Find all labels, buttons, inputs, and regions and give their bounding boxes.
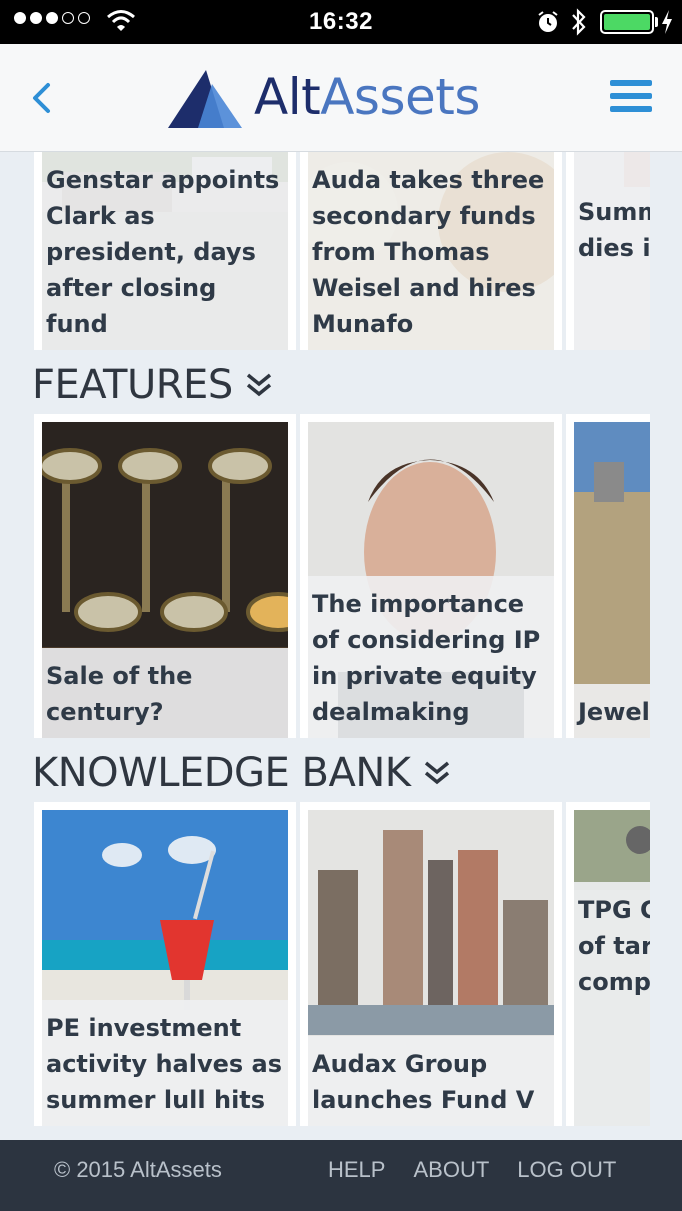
- feature-card[interactable]: Sale of the century?: [34, 414, 296, 738]
- card-title: The importance of considering IP in priv…: [308, 576, 554, 738]
- logout-link[interactable]: LOG OUT: [517, 1157, 616, 1183]
- card-title: PE investment activity halves as summer …: [42, 1000, 288, 1126]
- card-title: Auda takes three secondary funds from Th…: [308, 152, 554, 350]
- app-header: AltAssets: [0, 44, 682, 152]
- top-news-row: Genstar appoints Clark as president, day…: [34, 152, 650, 350]
- knowledge-card[interactable]: Audax Group launches Fund V: [300, 802, 562, 1126]
- footer-links: HELP ABOUT LOG OUT: [328, 1157, 616, 1183]
- battery-icon: [600, 10, 654, 34]
- logo-wordmark: AltAssets: [254, 68, 480, 126]
- altassets-logo[interactable]: AltAssets: [168, 66, 480, 128]
- status-bar: 16:32: [0, 0, 682, 44]
- feature-card[interactable]: The importance of considering IP in priv…: [300, 414, 562, 738]
- knowledge-card[interactable]: TPG C up to IPO of target tech, comp: [566, 802, 650, 1126]
- knowledge-bank-row: PE investment activity halves as summer …: [34, 802, 650, 1126]
- back-button[interactable]: [26, 80, 60, 116]
- features-heading-text: FEATURES: [32, 362, 233, 408]
- news-card[interactable]: Auda takes three secondary funds from Th…: [300, 152, 562, 350]
- double-chevron-down-icon[interactable]: [245, 372, 273, 398]
- card-title: Jewel crown: [574, 684, 650, 738]
- alarm-icon: [538, 11, 558, 32]
- hamburger-menu-icon[interactable]: [610, 80, 652, 116]
- card-title: Genstar appoints Clark as president, day…: [42, 152, 288, 350]
- about-link[interactable]: ABOUT: [413, 1157, 489, 1183]
- features-heading: FEATURES: [32, 362, 273, 408]
- bluetooth-icon: [572, 8, 586, 36]
- news-card[interactable]: Summit exec J dies in plane: [566, 152, 650, 350]
- double-chevron-down-icon[interactable]: [423, 760, 451, 786]
- knowledge-card[interactable]: PE investment activity halves as summer …: [34, 802, 296, 1126]
- feature-card[interactable]: Jewel crown: [566, 414, 650, 738]
- help-link[interactable]: HELP: [328, 1157, 385, 1183]
- footer: © 2015 AltAssets HELP ABOUT LOG OUT: [0, 1140, 682, 1211]
- logo-triangle-icon: [168, 70, 242, 128]
- charging-bolt-icon: [662, 10, 672, 34]
- features-row: Sale of the century? The importance of c…: [34, 414, 650, 738]
- card-title: TPG C up to IPO of target tech, comp: [574, 882, 650, 1126]
- card-title: Sale of the century?: [42, 648, 288, 738]
- news-card[interactable]: Genstar appoints Clark as president, day…: [34, 152, 296, 350]
- copyright-text: © 2015 AltAssets: [54, 1157, 222, 1182]
- card-title: Audax Group launches Fund V: [308, 1036, 554, 1126]
- knowledge-bank-heading: KNOWLEDGE BANK: [32, 750, 451, 796]
- card-title: Summit exec J dies in plane: [574, 152, 650, 350]
- knowledge-bank-heading-text: KNOWLEDGE BANK: [32, 750, 411, 796]
